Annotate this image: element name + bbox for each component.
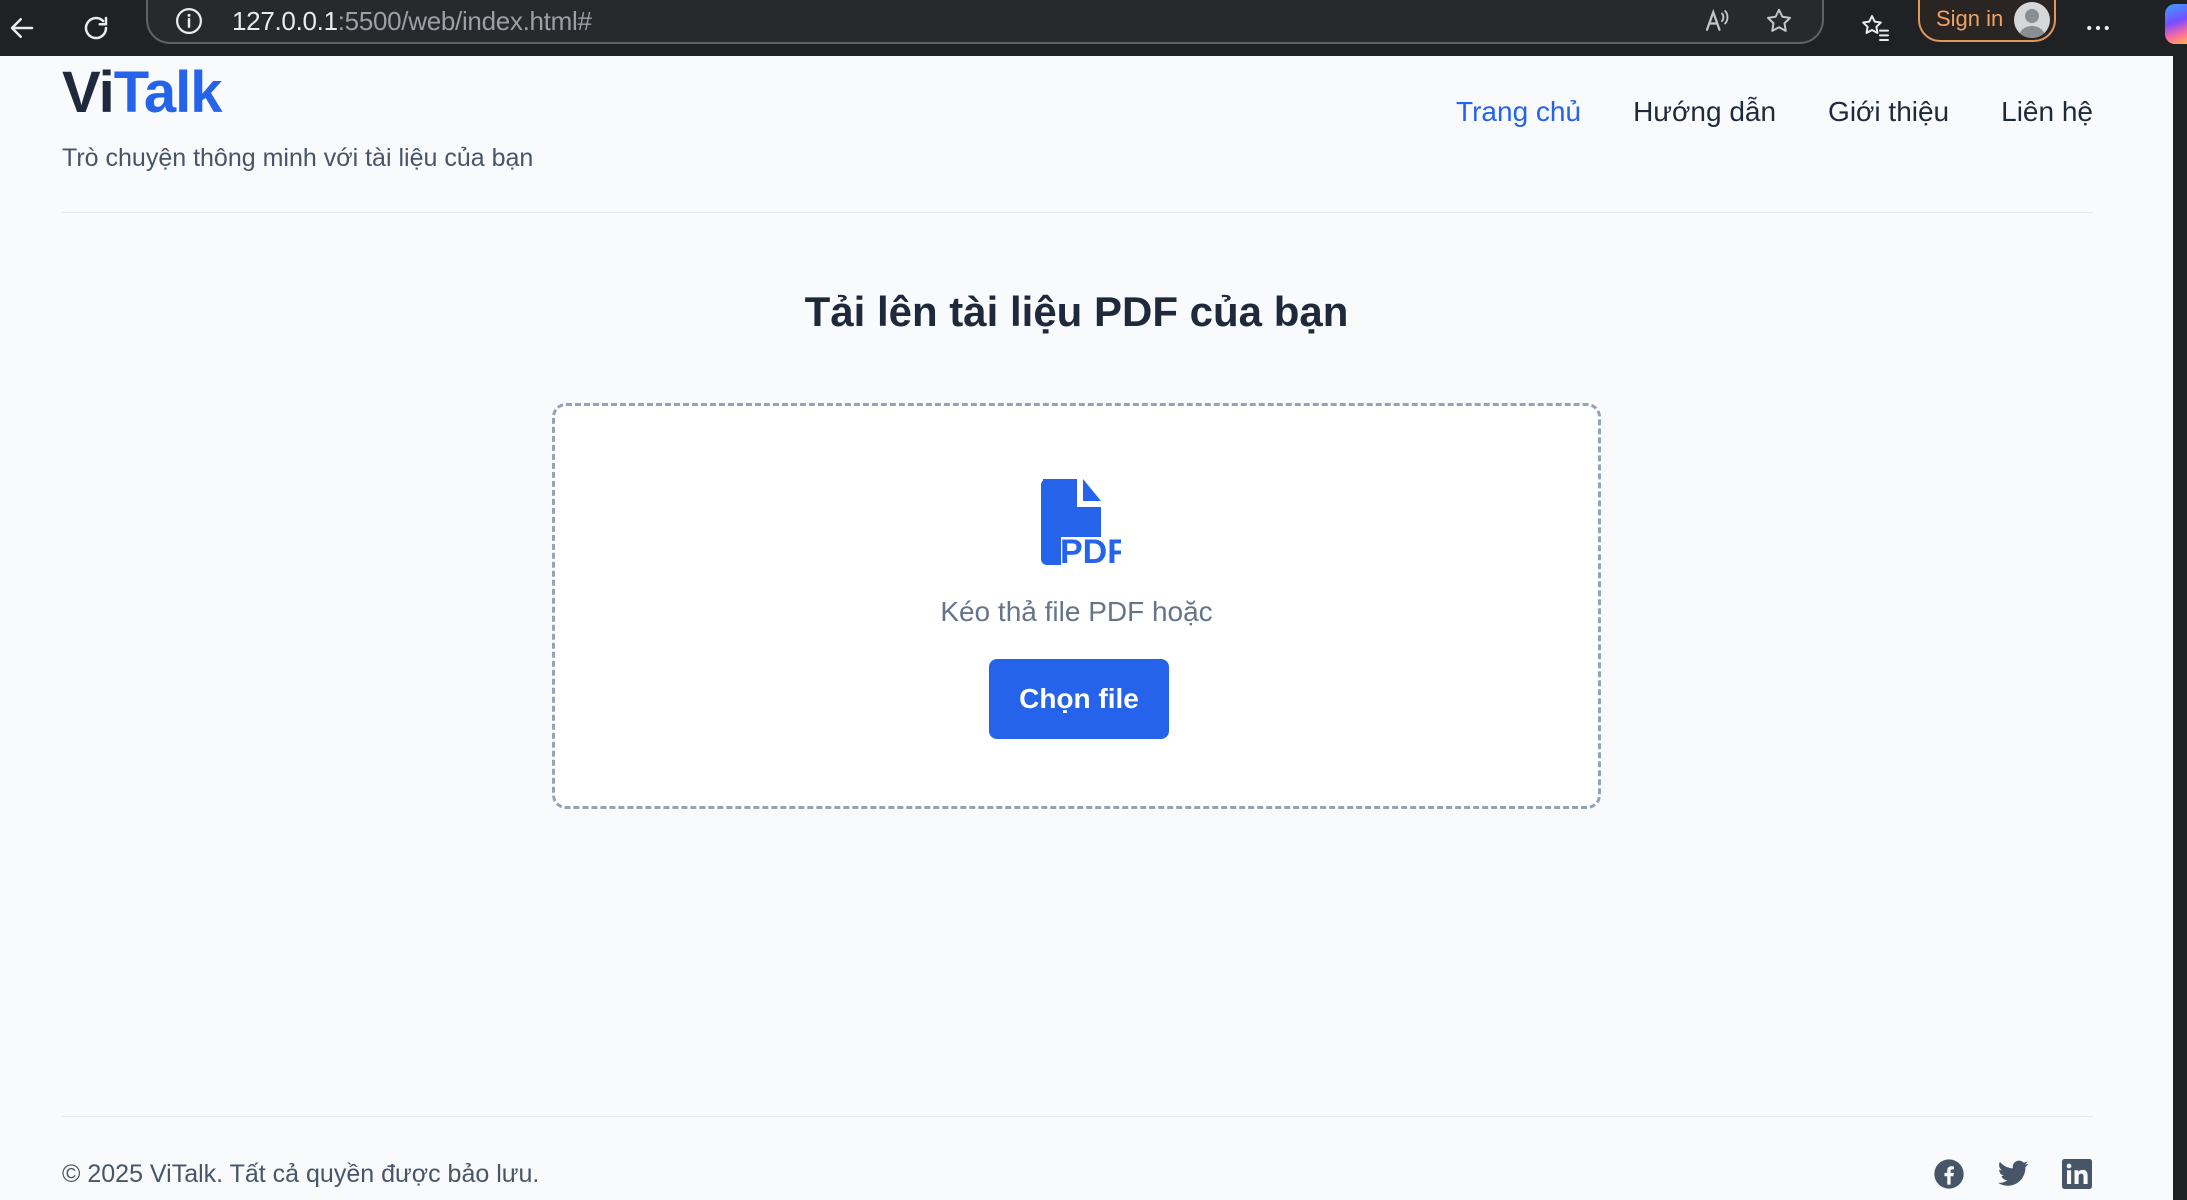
browser-side-edge <box>2173 0 2187 1200</box>
pdf-icon-label: PDF <box>1060 533 1121 567</box>
back-icon[interactable] <box>0 6 44 50</box>
nav-item-about[interactable]: Giới thiệu <box>1828 96 1949 128</box>
nav-item-contact[interactable]: Liên hệ <box>2001 96 2093 128</box>
footer-divider <box>62 1116 2093 1117</box>
nav-item-home[interactable]: Trang chủ <box>1456 96 1581 128</box>
copilot-icon[interactable] <box>2165 4 2187 44</box>
sign-in-button[interactable]: Sign in <box>1918 0 2056 42</box>
reload-icon[interactable] <box>74 6 118 50</box>
site-info-icon[interactable] <box>174 6 204 41</box>
more-options-icon[interactable] <box>2076 6 2120 50</box>
sign-in-label: Sign in <box>1936 6 2004 31</box>
site-logo[interactable]: ViTalk <box>62 58 223 128</box>
address-bar[interactable]: 127.0.0.1:5500/web/index.html# <box>146 0 1824 44</box>
footer-copyright: © 2025 ViTalk. Tất cả quyền được bảo lưu… <box>62 1160 540 1188</box>
pdf-dropzone[interactable]: PDF Kéo thả file PDF hoặc Chọn file <box>552 403 1601 809</box>
logo-text-vi: Vi <box>62 60 115 125</box>
logo-text-talk: Talk <box>113 60 223 125</box>
linkedin-icon[interactable] <box>2061 1158 2093 1190</box>
main-nav: Trang chủ Hướng dẫn Giới thiệu Liên hệ <box>1456 96 2093 128</box>
site-tagline: Trò chuyện thông minh với tài liệu của b… <box>62 144 534 172</box>
drop-instruction: Kéo thả file PDF hoặc <box>940 596 1213 627</box>
upload-title: Tải lên tài liệu PDF của bạn <box>804 288 1349 335</box>
pdf-file-icon: PDF <box>1035 477 1128 571</box>
favorites-icon[interactable] <box>1854 6 1898 50</box>
url-path: :5500/web/index.html# <box>337 6 592 36</box>
header-divider <box>62 212 2093 213</box>
url-host: 127.0.0.1 <box>232 6 338 36</box>
choose-file-button[interactable]: Chọn file <box>989 659 1169 739</box>
nav-item-guide[interactable]: Hướng dẫn <box>1633 96 1776 128</box>
favorite-star-icon[interactable] <box>1764 6 1794 41</box>
url-text: 127.0.0.1:5500/web/index.html# <box>232 6 592 37</box>
twitter-icon[interactable] <box>1997 1158 2029 1190</box>
profile-avatar-icon <box>2014 2 2050 38</box>
social-links <box>1933 1158 2093 1190</box>
read-aloud-icon[interactable] <box>1702 6 1732 41</box>
browser-toolbar: 127.0.0.1:5500/web/index.html# Sign in <box>0 0 2187 56</box>
facebook-icon[interactable] <box>1933 1158 1965 1190</box>
